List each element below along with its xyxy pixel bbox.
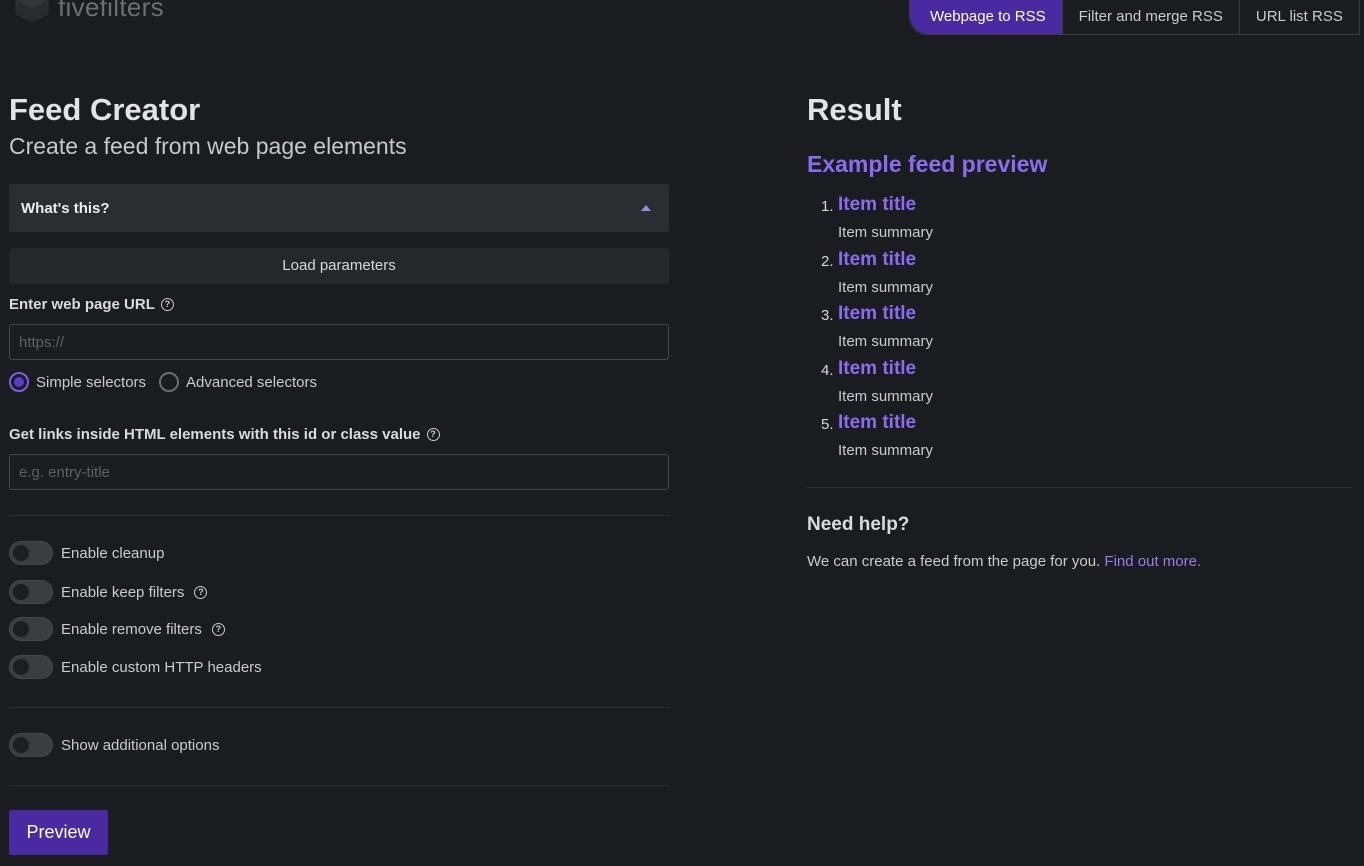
toggle-label: Enable cleanup — [61, 544, 165, 562]
item-summary: Item summary — [838, 442, 934, 460]
toggle-switch[interactable] — [9, 580, 53, 604]
result-title: Result — [807, 92, 902, 127]
toggle-custom-http-headers[interactable]: Enable custom HTTP headers — [9, 655, 262, 679]
item-summary: Item summary — [838, 333, 934, 351]
toggle-switch[interactable] — [9, 617, 53, 641]
url-input[interactable] — [9, 324, 669, 360]
url-label: Enter web page URL ? — [9, 296, 174, 313]
item-number: 1. — [821, 198, 834, 215]
toggle-keep-filters[interactable]: Enable keep filters ? — [9, 580, 208, 604]
selector-mode-group: Simple selectors Advanced selectors — [9, 372, 330, 392]
load-parameters-button[interactable]: Load parameters — [9, 248, 669, 284]
preview-button[interactable]: Preview — [9, 810, 108, 855]
top-nav: Webpage to RSS Filter and merge RSS URL … — [909, 0, 1360, 35]
help-icon[interactable]: ? — [426, 428, 440, 441]
toggle-switch[interactable] — [9, 655, 53, 679]
example-feed-preview-link[interactable]: Example feed preview — [807, 151, 1047, 178]
item-number: 2. — [821, 252, 834, 270]
need-help-heading: Need help? — [807, 514, 910, 535]
tab-url-list-rss[interactable]: URL list RSS — [1238, 0, 1359, 34]
divider — [807, 487, 1352, 488]
toggle-label: Show additional options — [61, 736, 220, 754]
links-label-text: Get links inside HTML elements with this… — [9, 426, 421, 443]
simple-selectors-label: Simple selectors — [36, 373, 147, 391]
whats-this-accordion[interactable]: What's this? — [9, 184, 669, 232]
item-number: 3. — [821, 307, 834, 325]
advanced-selectors-option[interactable]: Advanced selectors — [159, 372, 317, 392]
chevron-up-icon — [641, 205, 651, 211]
toggle-cleanup[interactable]: Enable cleanup — [9, 541, 164, 565]
help-icon[interactable]: ? — [211, 622, 225, 636]
advanced-selectors-label: Advanced selectors — [186, 373, 317, 391]
item-number: 4. — [821, 361, 834, 379]
page-title: Feed Creator — [9, 92, 201, 127]
item-title-link[interactable]: Item title — [838, 358, 916, 380]
page-subtitle: Create a feed from web page elements — [9, 133, 407, 159]
need-help-text: We can create a feed from the page for y… — [807, 553, 1201, 570]
toggle-label: Enable remove filters — [61, 620, 202, 638]
item-summary: Item summary — [838, 224, 934, 241]
toggle-additional-options[interactable]: Show additional options — [9, 733, 219, 757]
logo[interactable]: fivefilters — [14, 0, 164, 24]
links-selector-input[interactable] — [9, 454, 669, 490]
fivefilters-logo-icon — [15, 0, 49, 23]
tab-filter-and-merge-rss[interactable]: Filter and merge RSS — [1061, 0, 1239, 34]
divider — [9, 785, 669, 786]
toggle-remove-filters[interactable]: Enable remove filters ? — [9, 617, 225, 641]
toggle-switch[interactable] — [9, 733, 53, 757]
links-label: Get links inside HTML elements with this… — [9, 426, 440, 443]
help-icon[interactable]: ? — [194, 585, 208, 599]
toggle-label: Enable keep filters — [61, 583, 185, 601]
radio-button-checked[interactable] — [9, 372, 29, 392]
toggle-label: Enable custom HTTP headers — [61, 658, 262, 676]
simple-selectors-option[interactable]: Simple selectors — [9, 372, 146, 392]
url-label-text: Enter web page URL — [9, 296, 155, 313]
toggle-switch[interactable] — [9, 541, 53, 565]
help-description: We can create a feed from the page for y… — [807, 553, 1101, 570]
tab-webpage-to-rss[interactable]: Webpage to RSS — [910, 0, 1062, 34]
item-title-link[interactable]: Item title — [838, 412, 916, 434]
item-summary: Item summary — [838, 387, 934, 405]
divider — [9, 515, 669, 516]
item-title-link[interactable]: Item title — [838, 303, 916, 325]
divider — [9, 707, 669, 708]
item-number: 5. — [821, 416, 834, 434]
help-icon[interactable]: ? — [160, 298, 174, 311]
accordion-label: What's this? — [21, 199, 110, 217]
item-summary: Item summary — [838, 278, 934, 296]
find-out-more-link[interactable]: Find out more. — [1104, 553, 1201, 570]
item-title-link[interactable]: Item title — [838, 249, 916, 271]
logo-text: fivefilters — [58, 0, 164, 22]
radio-button[interactable] — [159, 372, 180, 392]
item-title-link[interactable]: Item title — [838, 194, 916, 216]
